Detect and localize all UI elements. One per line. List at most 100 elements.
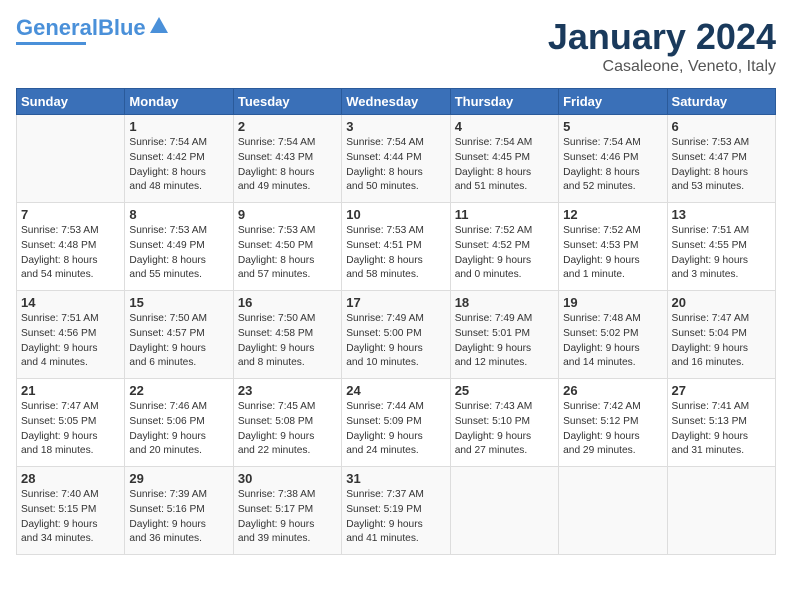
calendar-cell: 11 Sunrise: 7:52 AMSunset: 4:52 PMDayligh… — [450, 203, 558, 291]
calendar-cell — [17, 115, 125, 203]
day-info: Sunrise: 7:52 AMSunset: 4:53 PMDaylight:… — [563, 224, 662, 283]
day-number: 17 — [346, 295, 445, 310]
calendar-cell: 28 Sunrise: 7:40 AMSunset: 5:15 PMDayligh… — [17, 467, 125, 555]
calendar-cell: 30Sunrise: 7:38 AMSunset: 5:17 PMDayligh… — [233, 467, 341, 555]
day-number: 11 — [455, 207, 554, 222]
weekday-header: Friday — [559, 89, 667, 115]
subtitle: Casaleone, Veneto, Italy — [548, 58, 776, 76]
calendar-cell: 7 Sunrise: 7:53 AMSunset: 4:48 PMDaylight… — [17, 203, 125, 291]
day-info: Sunrise: 7:39 AMSunset: 5:16 PMDaylight:… — [129, 488, 228, 547]
calendar-cell: 29 Sunrise: 7:39 AMSunset: 5:16 PMDayligh… — [125, 467, 233, 555]
calendar-cell: 27 Sunrise: 7:41 AMSunset: 5:13 PMDayligh… — [667, 379, 775, 467]
day-number: 12 — [563, 207, 662, 222]
day-info: Sunrise: 7:54 AMSunset: 4:44 PMDaylight:… — [346, 136, 445, 195]
weekday-header: Saturday — [667, 89, 775, 115]
day-number: 7 — [21, 207, 120, 222]
calendar-cell: 17 Sunrise: 7:49 AMSunset: 5:00 PMDayligh… — [342, 291, 450, 379]
day-number: 28 — [21, 471, 120, 486]
day-number: 23 — [238, 383, 337, 398]
header: GeneralBlue January 2024 Casaleone, Vene… — [16, 16, 776, 76]
day-info: Sunrise: 7:42 AMSunset: 5:12 PMDaylight:… — [563, 400, 662, 459]
calendar-cell: 24Sunrise: 7:44 AMSunset: 5:09 PMDayligh… — [342, 379, 450, 467]
day-info: Sunrise: 7:51 AMSunset: 4:56 PMDaylight:… — [21, 312, 120, 371]
day-number: 9 — [238, 207, 337, 222]
day-number: 22 — [129, 383, 228, 398]
day-info: Sunrise: 7:41 AMSunset: 5:13 PMDaylight:… — [672, 400, 771, 459]
day-number: 31 — [346, 471, 445, 486]
day-number: 8 — [129, 207, 228, 222]
day-info: Sunrise: 7:54 AMSunset: 4:45 PMDaylight:… — [455, 136, 554, 195]
calendar-cell: 13 Sunrise: 7:51 AMSunset: 4:55 PMDayligh… — [667, 203, 775, 291]
calendar-cell: 6 Sunrise: 7:53 AMSunset: 4:47 PMDaylight… — [667, 115, 775, 203]
calendar-cell: 25 Sunrise: 7:43 AMSunset: 5:10 PMDayligh… — [450, 379, 558, 467]
calendar-week-row: 14 Sunrise: 7:51 AMSunset: 4:56 PMDayligh… — [17, 291, 776, 379]
calendar-cell: 23 Sunrise: 7:45 AMSunset: 5:08 PMDayligh… — [233, 379, 341, 467]
day-info: Sunrise: 7:40 AMSunset: 5:15 PMDaylight:… — [21, 488, 120, 547]
day-info: Sunrise: 7:48 AMSunset: 5:02 PMDaylight:… — [563, 312, 662, 371]
calendar-cell: 16Sunrise: 7:50 AMSunset: 4:58 PMDayligh… — [233, 291, 341, 379]
logo-icon — [148, 15, 170, 37]
day-info: Sunrise: 7:45 AMSunset: 5:08 PMDaylight:… — [238, 400, 337, 459]
day-info: Sunrise: 7:51 AMSunset: 4:55 PMDaylight:… — [672, 224, 771, 283]
day-number: 21 — [21, 383, 120, 398]
day-number: 25 — [455, 383, 554, 398]
day-number: 13 — [672, 207, 771, 222]
day-number: 24 — [346, 383, 445, 398]
day-number: 26 — [563, 383, 662, 398]
day-info: Sunrise: 7:50 AMSunset: 4:57 PMDaylight:… — [129, 312, 228, 371]
calendar-cell: 21 Sunrise: 7:47 AMSunset: 5:05 PMDayligh… — [17, 379, 125, 467]
day-number: 6 — [672, 119, 771, 134]
weekday-header: Thursday — [450, 89, 558, 115]
weekday-header: Tuesday — [233, 89, 341, 115]
day-number: 14 — [21, 295, 120, 310]
calendar-cell: 19 Sunrise: 7:48 AMSunset: 5:02 PMDayligh… — [559, 291, 667, 379]
day-number: 20 — [672, 295, 771, 310]
calendar-cell — [450, 467, 558, 555]
calendar-cell: 15Sunrise: 7:50 AMSunset: 4:57 PMDayligh… — [125, 291, 233, 379]
calendar-cell: 4 Sunrise: 7:54 AMSunset: 4:45 PMDaylight… — [450, 115, 558, 203]
calendar-cell: 2Sunrise: 7:54 AMSunset: 4:43 PMDaylight… — [233, 115, 341, 203]
main-container: GeneralBlue January 2024 Casaleone, Vene… — [0, 0, 792, 565]
day-info: Sunrise: 7:53 AMSunset: 4:51 PMDaylight:… — [346, 224, 445, 283]
day-info: Sunrise: 7:54 AMSunset: 4:42 PMDaylight:… — [129, 136, 228, 195]
day-info: Sunrise: 7:53 AMSunset: 4:49 PMDaylight:… — [129, 224, 228, 283]
day-info: Sunrise: 7:49 AMSunset: 5:00 PMDaylight:… — [346, 312, 445, 371]
logo-text: GeneralBlue — [16, 16, 146, 40]
calendar-cell: 12 Sunrise: 7:52 AMSunset: 4:53 PMDayligh… — [559, 203, 667, 291]
calendar-cell: 14 Sunrise: 7:51 AMSunset: 4:56 PMDayligh… — [17, 291, 125, 379]
calendar-cell — [559, 467, 667, 555]
day-info: Sunrise: 7:43 AMSunset: 5:10 PMDaylight:… — [455, 400, 554, 459]
month-title: January 2024 — [548, 16, 776, 58]
calendar-week-row: 7 Sunrise: 7:53 AMSunset: 4:48 PMDaylight… — [17, 203, 776, 291]
day-info: Sunrise: 7:46 AMSunset: 5:06 PMDaylight:… — [129, 400, 228, 459]
calendar-cell: 18Sunrise: 7:49 AMSunset: 5:01 PMDayligh… — [450, 291, 558, 379]
calendar-week-row: 21 Sunrise: 7:47 AMSunset: 5:05 PMDayligh… — [17, 379, 776, 467]
day-number: 29 — [129, 471, 228, 486]
calendar-table: SundayMondayTuesdayWednesdayThursdayFrid… — [16, 88, 776, 555]
day-info: Sunrise: 7:53 AMSunset: 4:48 PMDaylight:… — [21, 224, 120, 283]
day-info: Sunrise: 7:52 AMSunset: 4:52 PMDaylight:… — [455, 224, 554, 283]
calendar-week-row: 28 Sunrise: 7:40 AMSunset: 5:15 PMDayligh… — [17, 467, 776, 555]
calendar-week-row: 1 Sunrise: 7:54 AMSunset: 4:42 PMDaylight… — [17, 115, 776, 203]
day-number: 27 — [672, 383, 771, 398]
calendar-cell: 26 Sunrise: 7:42 AMSunset: 5:12 PMDayligh… — [559, 379, 667, 467]
weekday-header: Sunday — [17, 89, 125, 115]
day-number: 19 — [563, 295, 662, 310]
day-number: 3 — [346, 119, 445, 134]
day-info: Sunrise: 7:54 AMSunset: 4:43 PMDaylight:… — [238, 136, 337, 195]
day-number: 1 — [129, 119, 228, 134]
day-number: 4 — [455, 119, 554, 134]
day-info: Sunrise: 7:53 AMSunset: 4:50 PMDaylight:… — [238, 224, 337, 283]
day-info: Sunrise: 7:49 AMSunset: 5:01 PMDaylight:… — [455, 312, 554, 371]
day-info: Sunrise: 7:54 AMSunset: 4:46 PMDaylight:… — [563, 136, 662, 195]
day-number: 5 — [563, 119, 662, 134]
calendar-cell: 3 Sunrise: 7:54 AMSunset: 4:44 PMDaylight… — [342, 115, 450, 203]
day-number: 30 — [238, 471, 337, 486]
calendar-cell: 9 Sunrise: 7:53 AMSunset: 4:50 PMDaylight… — [233, 203, 341, 291]
weekday-header: Monday — [125, 89, 233, 115]
logo-line — [16, 42, 86, 45]
day-info: Sunrise: 7:47 AMSunset: 5:05 PMDaylight:… — [21, 400, 120, 459]
calendar-cell: 8 Sunrise: 7:53 AMSunset: 4:49 PMDaylight… — [125, 203, 233, 291]
day-info: Sunrise: 7:53 AMSunset: 4:47 PMDaylight:… — [672, 136, 771, 195]
day-info: Sunrise: 7:37 AMSunset: 5:19 PMDaylight:… — [346, 488, 445, 547]
